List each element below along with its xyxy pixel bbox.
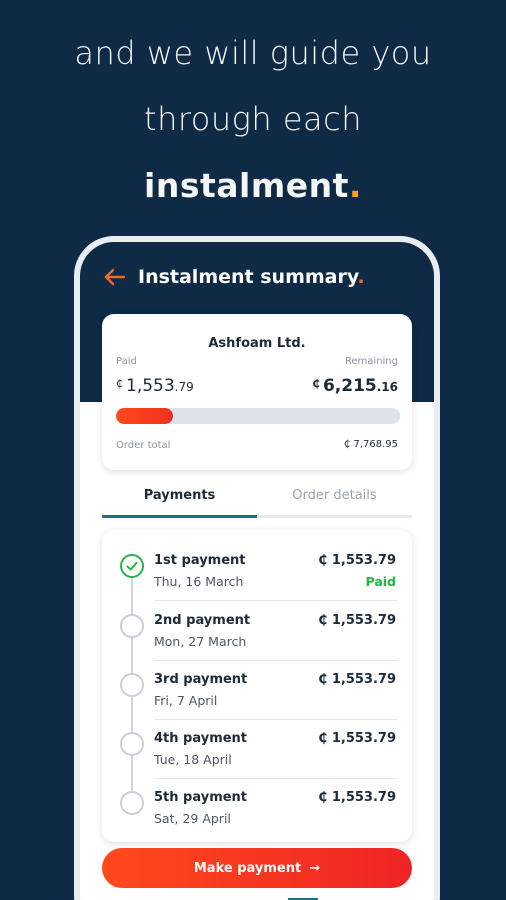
payment-progress-bar: [116, 408, 400, 424]
paid-currency: ₵: [116, 377, 123, 390]
promo-line-1: and we will guide you: [74, 34, 432, 72]
page-title-text: Instalment summary: [138, 266, 358, 288]
circle-icon: [120, 791, 144, 815]
phone-frame: Instalment summary. Ashfoam Ltd. Paid Re…: [74, 236, 440, 900]
circle-icon: [120, 673, 144, 697]
payment-name: 5th payment: [154, 790, 248, 805]
divider: [154, 600, 398, 601]
payment-amount: ₵ 1,553.79: [318, 790, 396, 805]
payment-name: 3rd payment: [154, 672, 248, 687]
payment-date: Mon, 27 March: [154, 634, 247, 649]
remaining-int: 6,215: [322, 376, 377, 396]
paid-amount: ₵ 1,553.79: [116, 376, 194, 396]
make-payment-label: Make payment: [193, 860, 302, 876]
list-item[interactable]: 1st payment Thu, 16 March ₵ 1,553.79 Pai…: [102, 542, 412, 601]
payment-name: 2nd payment: [154, 613, 251, 628]
paid-int: 1,553: [126, 376, 175, 396]
payment-date: Fri, 7 April: [154, 693, 218, 708]
promo-dot: .: [348, 166, 362, 205]
payment-amount: ₵ 1,553.79: [318, 731, 396, 746]
arrow-left-icon[interactable]: [102, 264, 128, 290]
paid-label: Paid: [116, 356, 137, 367]
active-tab-indicator: [102, 515, 257, 518]
arrow-right-icon: →: [309, 860, 321, 876]
promo-line-3: instalment.: [0, 166, 506, 205]
payment-name: 1st payment: [154, 553, 246, 568]
list-item[interactable]: 4th payment Tue, 18 April ₵ 1,553.79: [102, 720, 412, 779]
circle-icon: [120, 732, 144, 756]
remaining-dec: .16: [376, 380, 398, 394]
summary-card: Ashfoam Ltd. Paid Remaining ₵ 1,553.79 ₵ 6…: [102, 314, 412, 470]
payment-date: Tue, 18 April: [154, 752, 232, 767]
promo-line-2: through each: [144, 100, 362, 138]
make-payment-button[interactable]: Make payment →: [102, 848, 412, 888]
page-title: Instalment summary.: [138, 266, 365, 288]
list-item[interactable]: 3rd payment Fri, 7 April ₵ 1,553.79: [102, 661, 412, 720]
merchant-name: Ashfoam Ltd.: [208, 336, 306, 351]
payment-date: Thu, 16 March: [154, 574, 244, 589]
check-circle-icon: [120, 554, 144, 578]
promo-line-3-text: instalment: [144, 166, 349, 205]
payment-status: Paid: [365, 574, 397, 589]
remaining-label: Remaining: [344, 356, 398, 367]
payment-amount: ₵ 1,553.79: [318, 672, 396, 687]
title-dot: .: [357, 266, 365, 288]
remaining-currency: ₵: [312, 377, 320, 390]
circle-icon: [120, 614, 144, 638]
paid-dec: .79: [174, 380, 194, 394]
remaining-amount: ₵ 6,215.16: [312, 376, 398, 396]
payment-name: 4th payment: [154, 731, 248, 746]
list-item[interactable]: 2nd payment Mon, 27 March ₵ 1,553.79: [102, 602, 412, 661]
order-total-label: Order total: [116, 440, 171, 451]
tab-payments[interactable]: Payments: [102, 488, 257, 503]
tab-bar: Payments Order details: [102, 478, 412, 518]
progress-fill: [116, 408, 173, 424]
payment-date: Sat, 29 April: [154, 811, 231, 826]
payment-amount: ₵ 1,553.79: [318, 613, 396, 628]
payments-list: 1st payment Thu, 16 March ₵ 1,553.79 Pai…: [102, 530, 412, 842]
list-item[interactable]: 5th payment Sat, 29 April ₵ 1,553.79: [102, 779, 412, 838]
order-total-value: ₵ 7,768.95: [343, 439, 398, 450]
payment-amount: ₵ 1,553.79: [318, 553, 396, 568]
tab-order-details[interactable]: Order details: [257, 488, 412, 503]
